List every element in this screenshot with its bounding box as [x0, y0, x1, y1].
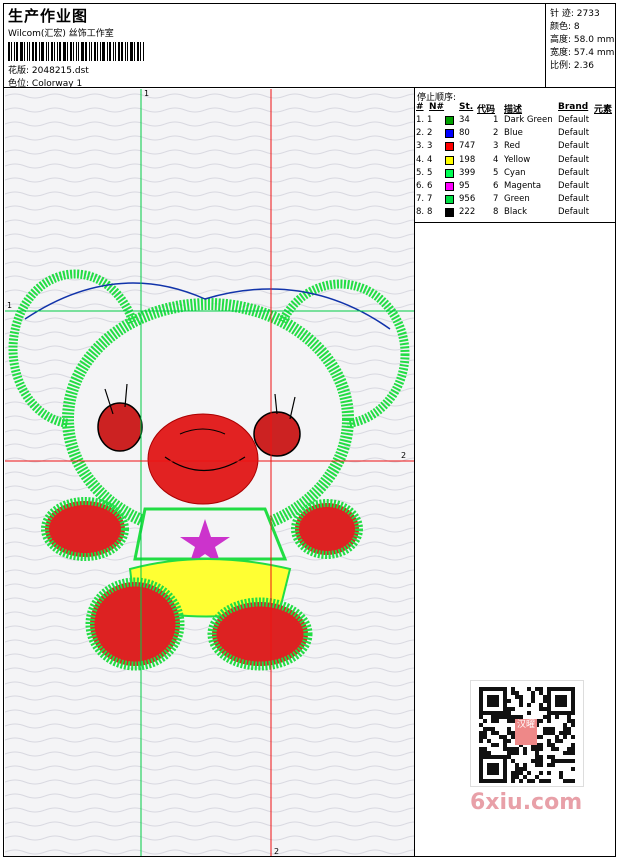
row-brand: Default: [558, 167, 590, 178]
row-brand: Default: [558, 115, 590, 125]
col-header-n: N#: [429, 102, 445, 112]
embroidery-design: [5, 89, 414, 856]
row-description: Red: [504, 141, 521, 152]
row-stitches: 95: [459, 181, 470, 191]
row-description: Blue: [504, 128, 523, 139]
row-brand: Default: [558, 207, 590, 218]
row-description: Cyan: [504, 167, 526, 178]
row-code: 2: [493, 128, 499, 139]
row-num: 3.: [416, 141, 425, 152]
barcode-image: [8, 42, 148, 61]
row-code: 3: [493, 141, 499, 152]
color-swatch: [445, 155, 454, 165]
guide-label-h1: 1: [7, 301, 13, 310]
pattern-file: 2048215.dst: [31, 66, 89, 76]
row-code: 5: [493, 167, 499, 178]
row-num: 8.: [416, 207, 425, 218]
row-code: 7: [493, 194, 499, 205]
page-title: 生产作业图: [8, 7, 89, 25]
row-brand: Default: [558, 141, 590, 152]
table-row: 5. 5 399 5 Cyan Default: [415, 168, 616, 181]
stat-width: 宽度: 57.4 mm: [550, 48, 615, 58]
row-needle: 7: [427, 194, 433, 205]
color-swatch: [445, 142, 454, 152]
row-num: 6.: [416, 181, 425, 191]
col-header-brand: Brand: [558, 102, 589, 112]
row-code: 4: [493, 154, 499, 165]
stat-scale: 比例: 2.36: [550, 61, 594, 71]
stats-panel: 针 迹: 2733 颜色: 8 高度: 58.0 mm 宽度: 57.4 mm …: [545, 4, 615, 87]
row-num: 5.: [416, 167, 425, 178]
col-header-desc: 描述: [504, 105, 523, 115]
row-brand: Default: [558, 181, 590, 191]
row-stitches: 222: [459, 207, 476, 218]
table-row: 4. 4 198 4 Yellow Default: [415, 155, 616, 168]
row-needle: 3: [427, 141, 433, 152]
stat-colors: 颜色: 8: [550, 22, 580, 32]
qr-code: 汉曜: [470, 680, 584, 787]
row-stitches: 399: [459, 167, 476, 178]
stat-height: 高度: 58.0 mm: [550, 35, 615, 45]
color-swatch: [445, 129, 454, 139]
row-description: Magenta: [504, 181, 542, 191]
row-num: 2.: [416, 128, 425, 139]
row-stitches: 956: [459, 194, 476, 205]
row-code: 1: [493, 115, 499, 125]
col-header-st: St.: [459, 102, 474, 112]
color-swatch: [445, 116, 454, 125]
color-swatch: [445, 195, 454, 205]
row-needle: 2: [427, 128, 433, 139]
qr-badge: 汉曜: [515, 719, 537, 745]
table-row: 8. 8 222 8 Black Default: [415, 207, 616, 220]
color-swatch: [445, 208, 454, 218]
row-code: 8: [493, 207, 499, 218]
color-swatch: [445, 168, 454, 178]
row-num: 7.: [416, 194, 425, 205]
row-description: Black: [504, 207, 527, 218]
row-needle: 8: [427, 207, 433, 218]
row-stitches: 34: [459, 115, 470, 125]
table-row: 3. 3 747 3 Red Default: [415, 141, 616, 154]
row-brand: Default: [558, 154, 590, 165]
row-num: 4.: [416, 154, 425, 165]
guide-label-v2: 2: [274, 847, 280, 856]
col-header-num: #: [416, 102, 424, 112]
col-header-code: 代码: [477, 105, 496, 115]
header-divider: [3, 87, 616, 88]
row-stitches: 80: [459, 128, 470, 139]
company-name: Wilcom(汇宏) 丝饰工作室: [8, 29, 114, 39]
row-description: Yellow: [504, 154, 531, 165]
row-stitches: 747: [459, 141, 476, 152]
row-code: 6: [493, 181, 499, 191]
stat-stitches: 针 迹: 2733: [550, 9, 600, 19]
col-header-element: 元素: [594, 105, 613, 115]
table-row: 1. 1 34 1 Dark Green Default: [415, 115, 616, 128]
row-brand: Default: [558, 194, 590, 205]
row-needle: 4: [427, 154, 433, 165]
row-needle: 1: [427, 115, 433, 125]
row-needle: 5: [427, 167, 433, 178]
site-watermark: 6xiu.com: [470, 790, 583, 815]
embroidery-canvas: 1 1 2 2: [5, 89, 414, 856]
row-num: 1.: [416, 115, 425, 125]
table-row: 2. 2 80 2 Blue Default: [415, 128, 616, 141]
color-swatch: [445, 182, 454, 191]
pattern-line: 花版: 2048215.dst: [8, 66, 89, 76]
table-row: 6. 6 95 6 Magenta Default: [415, 181, 616, 194]
row-description: Dark Green: [504, 115, 553, 125]
guide-label-h2: 2: [401, 451, 407, 460]
header-info: 生产作业图 Wilcom(汇宏) 丝饰工作室 花版: 2048215.dst 色…: [4, 4, 544, 89]
table-row: 7. 7 956 7 Green Default: [415, 194, 616, 207]
row-stitches: 198: [459, 154, 476, 165]
row-needle: 6: [427, 181, 433, 191]
row-brand: Default: [558, 128, 590, 139]
guide-label-v1: 1: [144, 89, 150, 98]
row-description: Green: [504, 194, 530, 205]
